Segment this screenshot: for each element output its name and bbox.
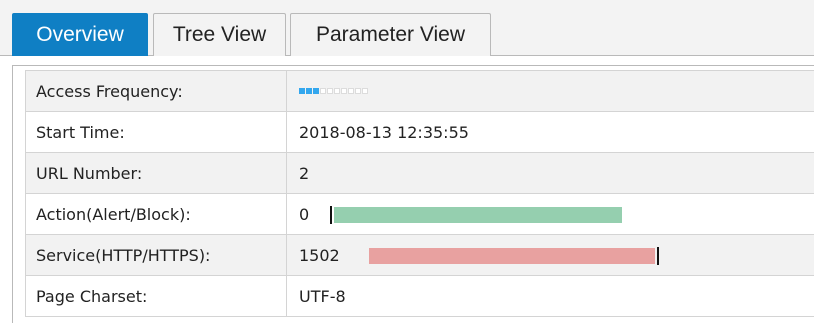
service-bar-fill <box>369 247 656 264</box>
action-label: Action(Alert/Block): <box>25 193 287 235</box>
service-count: 1502 <box>299 246 340 265</box>
service-bar <box>369 246 660 265</box>
service-bar-marker <box>657 246 660 265</box>
tab-parameter-view[interactable]: Parameter View <box>290 13 491 56</box>
access-frequency-segment <box>341 88 347 94</box>
action-bar <box>330 205 623 224</box>
url-number-value: 2 <box>286 152 814 194</box>
action-bar-fill <box>334 206 623 223</box>
row-start-time: Start Time: 2018-08-13 12:35:55 <box>25 111 814 153</box>
service-value-cell: 1502 <box>286 234 814 276</box>
page: Overview Tree View Parameter View Access… <box>0 0 814 323</box>
row-access-frequency: Access Frequency: <box>25 70 814 112</box>
access-frequency-segment <box>299 88 305 94</box>
access-frequency-segment <box>313 88 319 94</box>
access-frequency-segment <box>355 88 361 94</box>
overview-table: Access Frequency: Start Time: 2018-08-13… <box>25 70 814 317</box>
access-frequency-segment <box>334 88 340 94</box>
row-url-number: URL Number: 2 <box>25 152 814 194</box>
overview-panel: Access Frequency: Start Time: 2018-08-13… <box>0 56 814 323</box>
page-charset-value: UTF-8 <box>286 275 814 317</box>
tab-overview[interactable]: Overview <box>12 13 148 57</box>
access-frequency-segment <box>362 88 368 94</box>
row-page-charset: Page Charset: UTF-8 <box>25 275 814 317</box>
action-bar-marker <box>330 205 333 224</box>
access-frequency-value <box>286 70 814 112</box>
action-value-cell: 0 <box>286 193 814 235</box>
row-action: Action(Alert/Block): 0 <box>25 193 814 235</box>
access-frequency-segment <box>306 88 312 94</box>
start-time-label: Start Time: <box>25 111 287 153</box>
service-label: Service(HTTP/HTTPS): <box>25 234 287 276</box>
row-service: Service(HTTP/HTTPS): 1502 <box>25 234 814 276</box>
access-frequency-meter <box>299 88 369 94</box>
tab-tree-view[interactable]: Tree View <box>153 13 286 56</box>
action-count: 0 <box>299 205 310 224</box>
access-frequency-segment <box>320 88 326 94</box>
page-charset-label: Page Charset: <box>25 275 287 317</box>
access-frequency-segment <box>348 88 354 94</box>
tab-strip: Overview Tree View Parameter View <box>0 0 814 57</box>
start-time-value: 2018-08-13 12:35:55 <box>286 111 814 153</box>
access-frequency-label: Access Frequency: <box>25 70 287 112</box>
url-number-label: URL Number: <box>25 152 287 194</box>
access-frequency-segment <box>327 88 333 94</box>
